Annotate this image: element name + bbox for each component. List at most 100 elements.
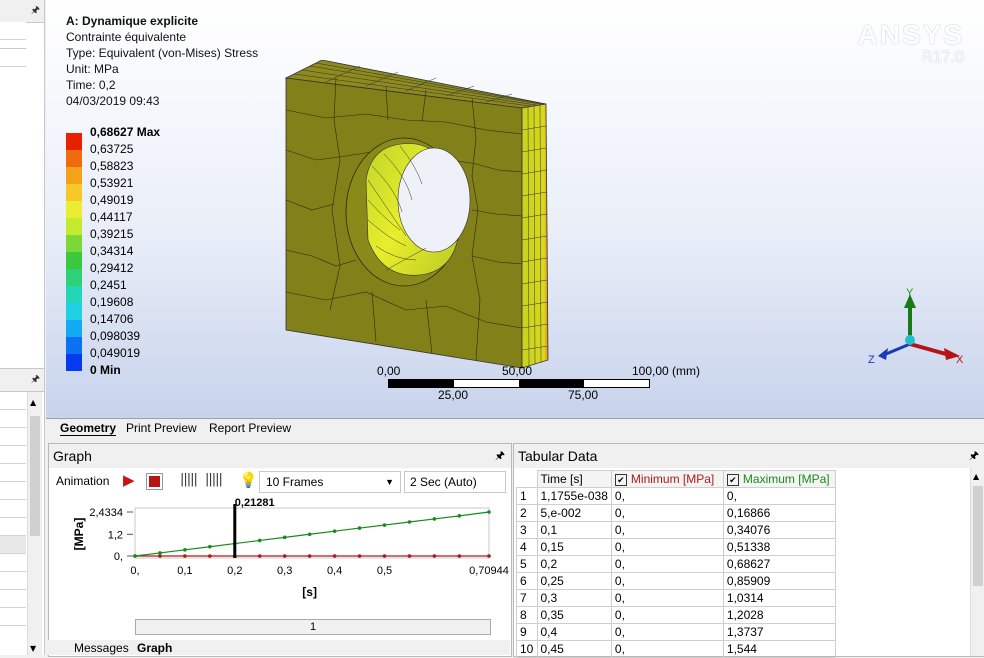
cell-maximum[interactable]: 1,0314 [722,589,836,607]
frames-value: 10 Frames [266,475,324,489]
y-tick-label: 1,2 [108,529,123,541]
details-row[interactable] [0,428,26,446]
details-row[interactable] [0,410,26,428]
scroll-thumb[interactable] [30,416,40,536]
column-header-maximum[interactable]: ✔ Maximum [MPa] [722,470,836,488]
cell-maximum[interactable]: 1,3737 [722,623,836,641]
scroll-down-icon[interactable]: ▼ [30,644,36,653]
cell-minimum[interactable]: 0, [610,487,724,505]
cell-time[interactable]: 0,3 [536,589,612,607]
frames-split-icon[interactable]: ||||| [205,472,223,487]
animation-group: Animation ▶ [53,471,173,491]
details-row[interactable] [0,464,26,482]
data-point [133,554,137,558]
cell-minimum[interactable]: 0, [610,538,724,556]
cell-maximum[interactable]: 0,68627 [722,555,836,573]
tab-messages[interactable]: Messages [74,641,129,655]
data-point [208,554,212,558]
details-row[interactable] [0,500,26,518]
details-row[interactable] [0,482,26,500]
table-row[interactable]: 1 1,1755e-038 0, 0, [516,487,836,505]
table-row[interactable]: 8 0,35 0, 1,2028 [516,606,836,624]
cell-maximum[interactable]: 1,2028 [722,606,836,624]
checkbox-icon[interactable]: ✔ [726,474,739,486]
frames-bar-icon[interactable]: ||||| [180,472,198,487]
duration-value: 2 Sec (Auto) [410,475,477,489]
legend-label: 0,44117 [90,210,133,224]
frame-slider[interactable]: 1 [135,619,491,635]
result-time: Time: 0,2 [66,78,116,92]
meshed-block-model[interactable] [276,60,576,380]
cell-time[interactable]: 0,2 [536,555,612,573]
axis-triad[interactable]: Y Z X [866,284,966,370]
cell-minimum[interactable]: 0, [610,589,724,607]
time-history-chart[interactable]: 0, 0,1 0,2 0,3 0,4 0,5 0,70944 0, 1,2 2,4334 [s] [M… [49,494,511,634]
lightbulb-icon[interactable]: 💡 [239,471,258,489]
chevron-down-icon[interactable]: ▼ [385,472,394,492]
details-scrollbar[interactable]: ▲ ▼ [27,392,42,655]
cell-minimum[interactable]: 0, [610,606,724,624]
details-row[interactable] [0,572,26,590]
duration-field[interactable]: 2 Sec (Auto) [404,471,506,493]
tree-row[interactable] [0,22,26,40]
data-point [382,554,387,558]
pin-icon[interactable]: 🖈 [495,444,505,468]
scroll-up-icon[interactable]: ▲ [30,398,36,407]
cell-minimum[interactable]: 0, [610,555,724,573]
cell-time[interactable]: 0,15 [536,538,612,556]
details-row[interactable] [0,590,26,608]
details-row[interactable] [0,608,26,626]
cell-minimum[interactable]: 0, [610,521,724,539]
table-row[interactable]: 4 0,15 0, 0,51338 [516,538,836,556]
frames-select[interactable]: 10 Frames ▼ [259,471,401,493]
scroll-up-icon[interactable]: ▲ [973,472,979,481]
cell-time[interactable]: 0,1 [536,521,612,539]
pin-icon[interactable]: 🖈 [31,3,40,20]
pin-icon[interactable]: 🖈 [31,372,40,389]
graphics-viewport[interactable]: A: Dynamique explicite Contrainte équiva… [46,0,984,418]
tab-graph[interactable]: Graph [137,641,172,655]
details-row[interactable] [0,536,26,554]
cell-time[interactable]: 0,4 [536,623,612,641]
cell-time[interactable]: 0,35 [536,606,612,624]
row-index: 3 [516,521,538,539]
tab-geometry[interactable]: Geometry [60,421,117,436]
cell-maximum[interactable]: 0,85909 [722,572,836,590]
outline-panel-edge: 🖈 🖈 ▲ ▼ [0,0,45,655]
column-header-minimum[interactable]: ✔ Minimum [MPa] [610,470,724,488]
table-row[interactable]: 5 0,2 0, 0,68627 [516,555,836,573]
column-header-time[interactable]: Time [s] [536,470,612,488]
details-row[interactable] [0,446,26,464]
details-row[interactable] [0,518,26,536]
pin-icon[interactable]: 🖈 [969,444,979,468]
details-row[interactable] [0,554,26,572]
table-row[interactable]: 6 0,25 0, 0,85909 [516,572,836,590]
cell-minimum[interactable]: 0, [610,572,724,590]
stop-icon[interactable] [146,473,163,490]
cell-time[interactable]: 0,25 [536,572,612,590]
cell-minimum[interactable]: 0, [610,623,724,641]
axis-x-label: X [956,354,964,366]
legend-label: 0,29412 [90,261,134,275]
cell-maximum[interactable]: 0,51338 [722,538,836,556]
table-row[interactable]: 3 0,1 0, 0,34076 [516,521,836,539]
tabular-scrollbar[interactable]: ▲ [970,468,984,656]
details-row[interactable] [0,392,26,410]
scroll-thumb[interactable] [973,486,983,586]
tab-report-preview[interactable]: Report Preview [209,421,291,435]
tree-row[interactable] [0,48,26,67]
table-row[interactable]: 2 5,e-002 0, 0,16866 [516,504,836,522]
cell-time[interactable]: 5,e-002 [536,504,612,522]
table-row[interactable]: 9 0,4 0, 1,3737 [516,623,836,641]
tab-print-preview[interactable]: Print Preview [126,421,197,435]
cell-maximum[interactable]: 0,16866 [722,504,836,522]
legend-swatch [66,133,82,150]
cell-maximum[interactable]: 0,34076 [722,521,836,539]
checkbox-icon[interactable]: ✔ [614,474,627,486]
play-icon[interactable]: ▶ [123,471,135,491]
table-row[interactable]: 7 0,3 0, 1,0314 [516,589,836,607]
x-tick-label: 0,2 [227,565,242,577]
cell-time[interactable]: 1,1755e-038 [536,487,612,505]
cell-maximum[interactable]: 0, [722,487,836,505]
cell-minimum[interactable]: 0, [610,504,724,522]
